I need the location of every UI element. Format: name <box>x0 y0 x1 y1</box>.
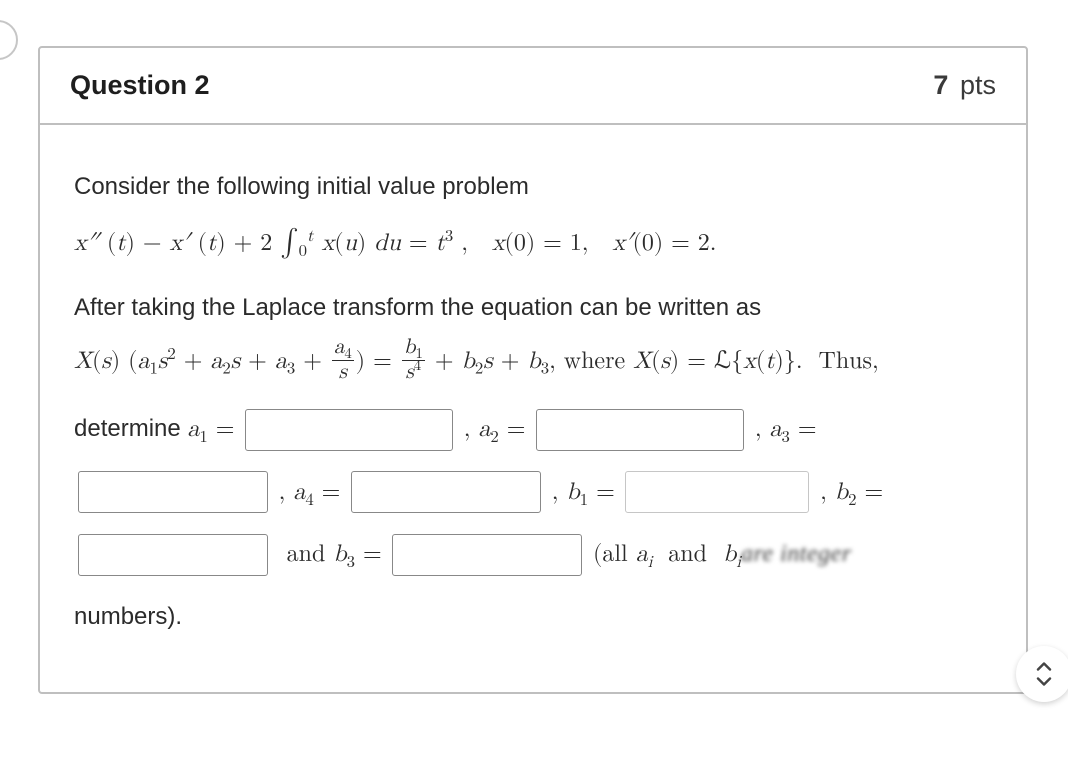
determine-label: determine a1 = <box>74 415 234 442</box>
intro-text: Consider the following initial value pro… <box>74 165 992 208</box>
b2-label: , b2 = <box>820 480 883 504</box>
answer-flow: determine a1 = , a2 = , a3 = , a4 = , b1… <box>74 398 992 648</box>
input-b2[interactable] <box>78 534 268 576</box>
b3-label: and b3 = <box>279 542 382 566</box>
input-a1[interactable] <box>245 409 453 451</box>
input-b1[interactable] <box>625 471 809 513</box>
numbers-tail: numbers). <box>74 603 182 630</box>
chevron-up-down-icon <box>1035 662 1053 686</box>
input-b3[interactable] <box>392 534 582 576</box>
input-a2[interactable] <box>536 409 744 451</box>
question-title: Question 2 <box>70 70 210 101</box>
tail-text: (all ai and biare integer <box>593 542 852 566</box>
points-number: 7 <box>933 70 948 100</box>
question-header: Question 2 7 pts <box>40 48 1026 125</box>
left-page-curve <box>0 20 18 60</box>
input-a4[interactable] <box>351 471 541 513</box>
a3-label: , a3 = <box>755 417 817 441</box>
points-unit: pts <box>960 70 996 100</box>
a4-label: , a4 = <box>279 480 341 504</box>
after-text: After taking the Laplace transform the e… <box>74 286 992 329</box>
input-a3[interactable] <box>78 471 268 513</box>
ivp-equation: x″ (t) − x′ (t) + 2 ∫0t x(u) du = t3 , x… <box>74 218 992 268</box>
question-points: 7 pts <box>933 70 996 101</box>
a2-label: , a2 = <box>464 417 526 441</box>
laplace-equation: X(s) (a1s2 + a2s + a3 + a4s) = b1s4 + b2… <box>74 339 992 386</box>
floating-action-button[interactable] <box>1016 646 1068 702</box>
question-body: Consider the following initial value pro… <box>40 125 1026 692</box>
blurred-text: are integer <box>741 523 852 585</box>
question-card: Question 2 7 pts Consider the following … <box>38 46 1028 694</box>
b1-label: , b1 = <box>552 480 615 504</box>
